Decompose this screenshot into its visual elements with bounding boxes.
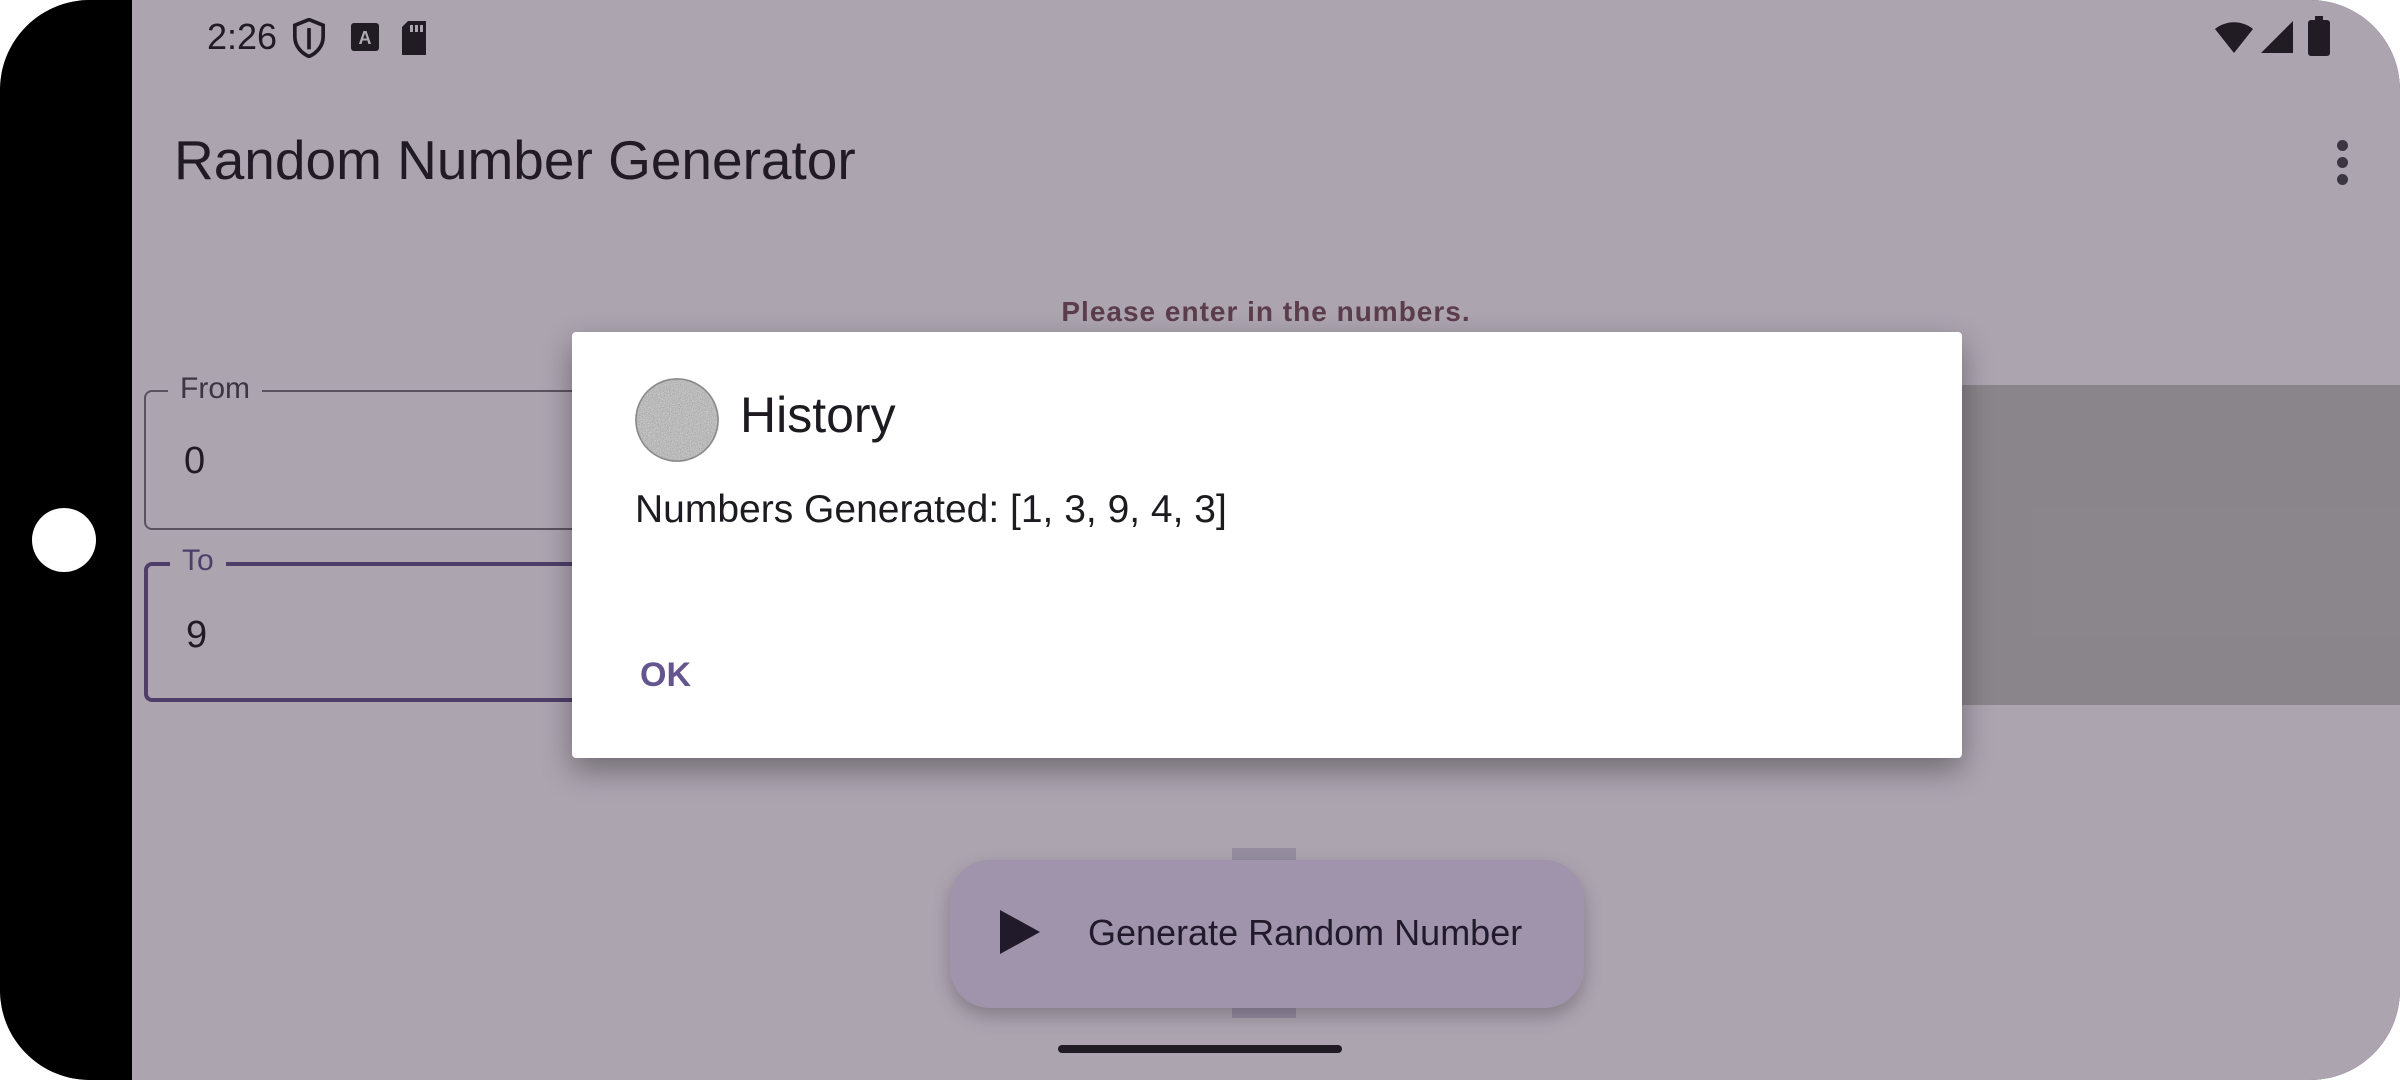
device-frame: 2:26 A Random Number Generator Please en… <box>0 0 2400 1080</box>
dialog-title: History <box>740 387 896 443</box>
noise-avatar-icon <box>635 378 719 462</box>
ok-button[interactable]: OK <box>624 642 707 709</box>
dialog-message: Numbers Generated: [1, 3, 9, 4, 3] <box>635 488 1227 531</box>
app-screen: 2:26 A Random Number Generator Please en… <box>132 0 2400 1080</box>
history-dialog: History Numbers Generated: [1, 3, 9, 4, … <box>572 332 1962 758</box>
front-camera <box>32 508 96 572</box>
